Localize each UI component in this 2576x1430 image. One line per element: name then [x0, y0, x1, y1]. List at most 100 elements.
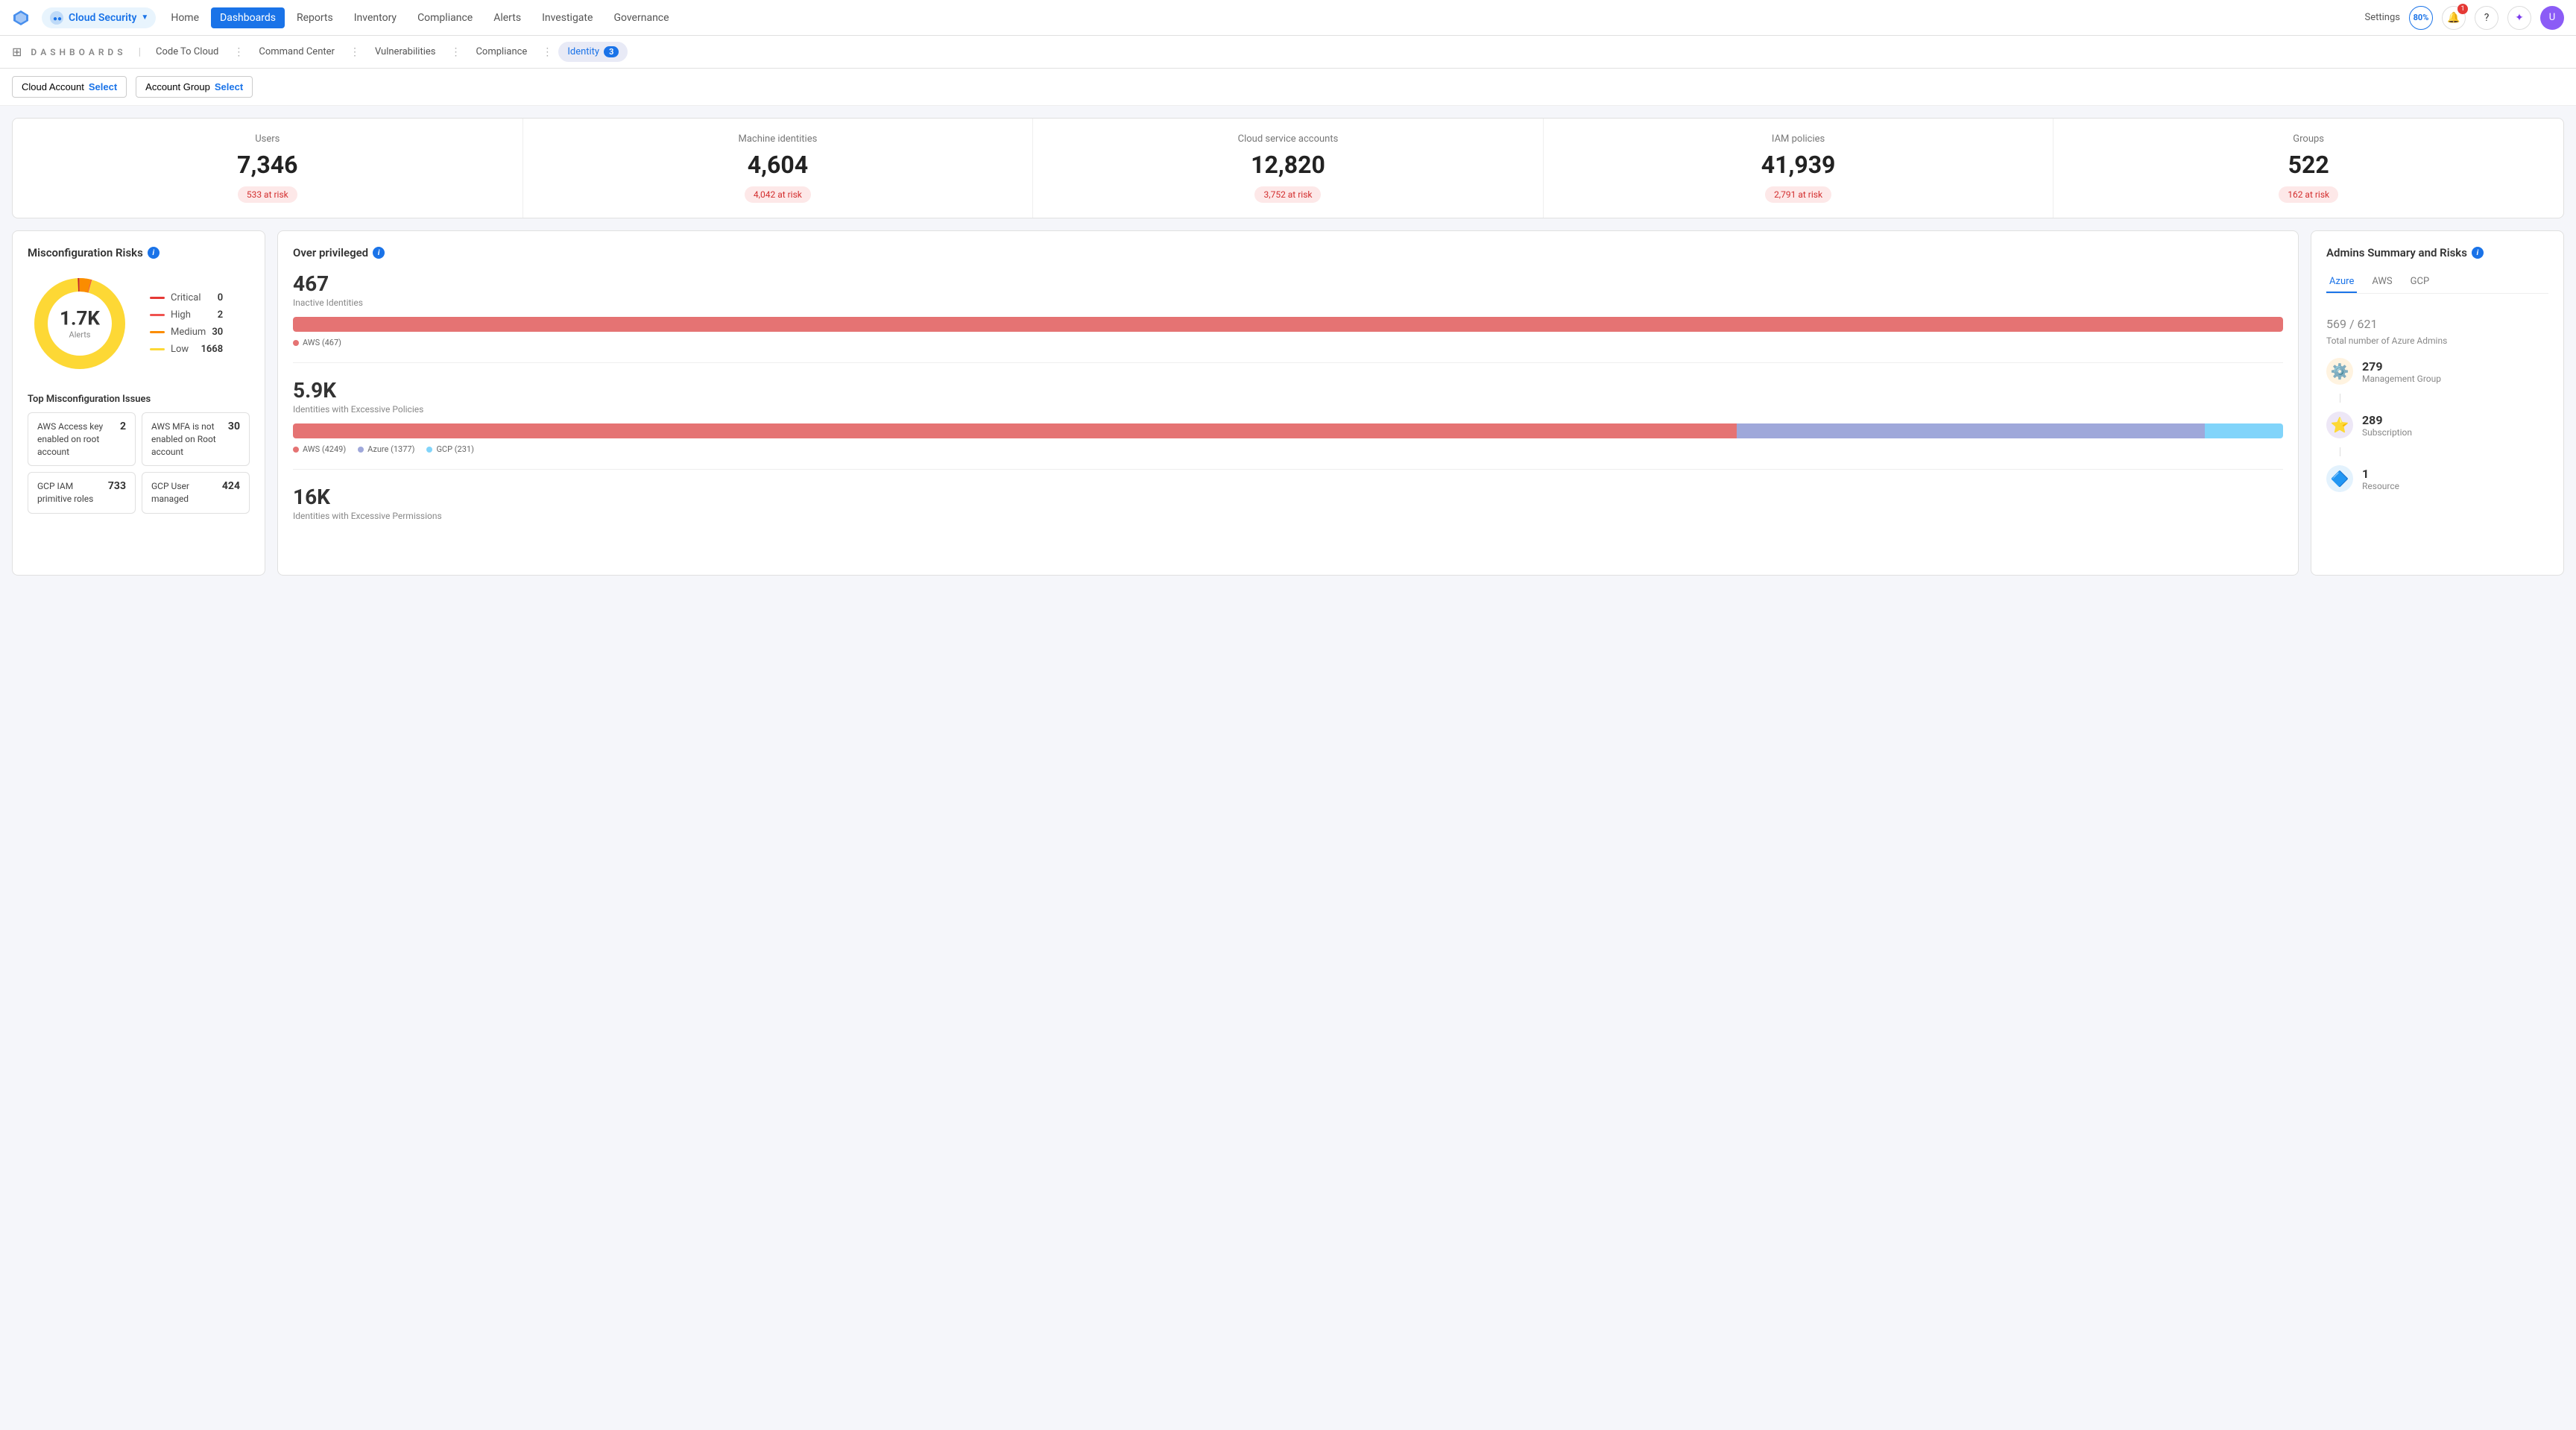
- summary-card-2[interactable]: Cloud service accounts 12,820 3,752 at r…: [1033, 119, 1544, 218]
- account-group-select[interactable]: Select: [215, 81, 243, 92]
- card-label: Groups: [2065, 133, 2551, 145]
- donut-value: 1.7K: [60, 308, 100, 330]
- dashboard-tab-code-to-cloud[interactable]: Code To Cloud: [147, 42, 227, 62]
- legend-dot: [150, 314, 165, 316]
- op-label: Inactive Identities: [293, 297, 2283, 308]
- legend-count: 30: [212, 327, 223, 338]
- cloud-account-filter[interactable]: Cloud Account Select: [12, 76, 127, 98]
- nav-item-home[interactable]: Home: [162, 7, 208, 28]
- overprivileged-title: Over privileged i: [293, 246, 2283, 259]
- nav-item-inventory[interactable]: Inventory: [345, 7, 405, 28]
- bar-legend: AWS (467): [293, 338, 2283, 347]
- progress-button[interactable]: 80%: [2409, 6, 2433, 30]
- bar-container: [293, 317, 2283, 332]
- summary-cards-row: Users 7,346 533 at risk Machine identiti…: [12, 118, 2564, 218]
- card-value: 41,939: [1556, 151, 2042, 179]
- legend-item-high: High 2: [150, 309, 223, 321]
- issue-text: GCP User managed: [151, 480, 216, 505]
- legend-item-critical: Critical 0: [150, 292, 223, 303]
- account-group-label: Account Group: [145, 81, 210, 92]
- bar-segment: [1737, 423, 2205, 438]
- admins-info-icon[interactable]: i: [2472, 247, 2484, 259]
- issue-card[interactable]: GCP IAM primitive roles 733: [28, 472, 136, 514]
- user-avatar[interactable]: U: [2540, 6, 2564, 30]
- legend-name: Low: [171, 344, 195, 355]
- card-value: 522: [2065, 151, 2551, 179]
- issue-card[interactable]: AWS MFA is not enabled on Root account 3…: [142, 412, 250, 466]
- admins-panel: Admins Summary and Risks i Azure AWS GCP 5…: [2311, 230, 2564, 576]
- nav-item-alerts[interactable]: Alerts: [484, 7, 530, 28]
- misconfig-info-icon[interactable]: i: [148, 247, 160, 259]
- settings-link[interactable]: Settings: [2365, 12, 2400, 23]
- nav-item-governance[interactable]: Governance: [604, 7, 678, 28]
- nav-item-investigate[interactable]: Investigate: [533, 7, 602, 28]
- bar-dot: [293, 340, 299, 346]
- admin-type: Resource: [2362, 481, 2399, 491]
- tab-separator: ⋮: [230, 46, 247, 58]
- bar-legend-label: AWS (467): [303, 338, 341, 347]
- admin-info: 1 Resource: [2362, 467, 2399, 491]
- issue-card[interactable]: GCP User managed 424: [142, 472, 250, 514]
- cloud-tab-azure[interactable]: Azure: [2326, 271, 2357, 293]
- admins-total-count: 569 / 621: [2326, 306, 2548, 334]
- overprivileged-section-2: 16K Identities with Excessive Permission…: [293, 485, 2283, 545]
- overprivileged-info-icon[interactable]: i: [373, 247, 385, 259]
- cloud-tab-aws[interactable]: AWS: [2369, 271, 2395, 293]
- ai-button[interactable]: ✦: [2507, 6, 2531, 30]
- admin-type-icon: ⚙️: [2326, 358, 2353, 385]
- admins-title: Admins Summary and Risks i: [2326, 246, 2548, 259]
- legend-count: 0: [218, 292, 223, 303]
- donut-legend: Critical 0 High 2 Medium 30 Low 1668: [150, 292, 223, 355]
- dashboard-tab-vulnerabilities[interactable]: Vulnerabilities: [366, 42, 445, 62]
- filter-bar: Cloud Account Select Account Group Selec…: [0, 69, 2576, 106]
- bar-container: [293, 423, 2283, 438]
- legend-dot: [150, 297, 165, 299]
- brand-name: Cloud Security: [69, 12, 136, 24]
- op-count: 16K: [293, 485, 2283, 509]
- bar-segment: [2205, 423, 2283, 438]
- admin-type-icon: ⭐: [2326, 412, 2353, 438]
- issues-title: Top Misconfiguration Issues: [28, 394, 250, 405]
- cloud-tabs: Azure AWS GCP: [2326, 271, 2548, 294]
- nav-item-reports[interactable]: Reports: [288, 7, 342, 28]
- issue-count: 733: [108, 480, 126, 492]
- dashboard-tab-command-center[interactable]: Command Center: [250, 42, 344, 62]
- summary-card-0[interactable]: Users 7,346 533 at risk: [13, 119, 523, 218]
- tab-badge: 3: [604, 46, 619, 57]
- card-label: Machine identities: [535, 133, 1021, 145]
- separator: |: [139, 46, 141, 58]
- notifications-button[interactable]: 🔔 1: [2442, 6, 2466, 30]
- card-risk: 3,752 at risk: [1254, 186, 1321, 203]
- donut-center: 1.7K Alerts: [60, 308, 100, 340]
- dashboards-section-label: D A S H B O A R D S: [31, 47, 123, 57]
- overprivileged-section-0: 467 Inactive Identities AWS (467): [293, 271, 2283, 363]
- nav-logo: [12, 9, 30, 27]
- admin-tree-item-0: ⚙️ 279 Management Group: [2326, 358, 2548, 385]
- issue-card[interactable]: AWS Access key enabled on root account 2: [28, 412, 136, 466]
- brand-chevron-icon: ▼: [141, 13, 148, 22]
- legend-name: Medium: [171, 327, 206, 338]
- issue-count: 30: [228, 421, 240, 432]
- card-value: 4,604: [535, 151, 1021, 179]
- admin-info: 289 Subscription: [2362, 413, 2412, 438]
- issue-count: 424: [222, 480, 240, 492]
- issue-text: AWS MFA is not enabled on Root account: [151, 421, 222, 458]
- nav-item-compliance[interactable]: Compliance: [408, 7, 482, 28]
- dashboard-tab-identity[interactable]: Identity3: [558, 42, 628, 62]
- account-group-filter[interactable]: Account Group Select: [136, 76, 253, 98]
- dashboard-tab-compliance[interactable]: Compliance: [467, 42, 536, 62]
- bar-legend-label: Azure (1377): [367, 444, 414, 454]
- cloud-account-select[interactable]: Select: [89, 81, 117, 92]
- cloud-account-label: Cloud Account: [22, 81, 84, 92]
- product-brand[interactable]: ●● Cloud Security ▼: [42, 7, 156, 28]
- cloud-tab-gcp[interactable]: GCP: [2408, 271, 2433, 293]
- help-button[interactable]: ?: [2475, 6, 2498, 30]
- issues-grid: AWS Access key enabled on root account 2…: [28, 412, 250, 514]
- summary-card-1[interactable]: Machine identities 4,604 4,042 at risk: [523, 119, 1034, 218]
- nav-item-dashboards[interactable]: Dashboards: [211, 7, 285, 28]
- nav-right: Settings 80% 🔔 1 ? ✦ U: [2365, 6, 2564, 30]
- admin-count: 289: [2362, 413, 2412, 427]
- summary-card-3[interactable]: IAM policies 41,939 2,791 at risk: [1544, 119, 2054, 218]
- bar-legend-item: GCP (231): [426, 444, 473, 454]
- summary-card-4[interactable]: Groups 522 162 at risk: [2053, 119, 2563, 218]
